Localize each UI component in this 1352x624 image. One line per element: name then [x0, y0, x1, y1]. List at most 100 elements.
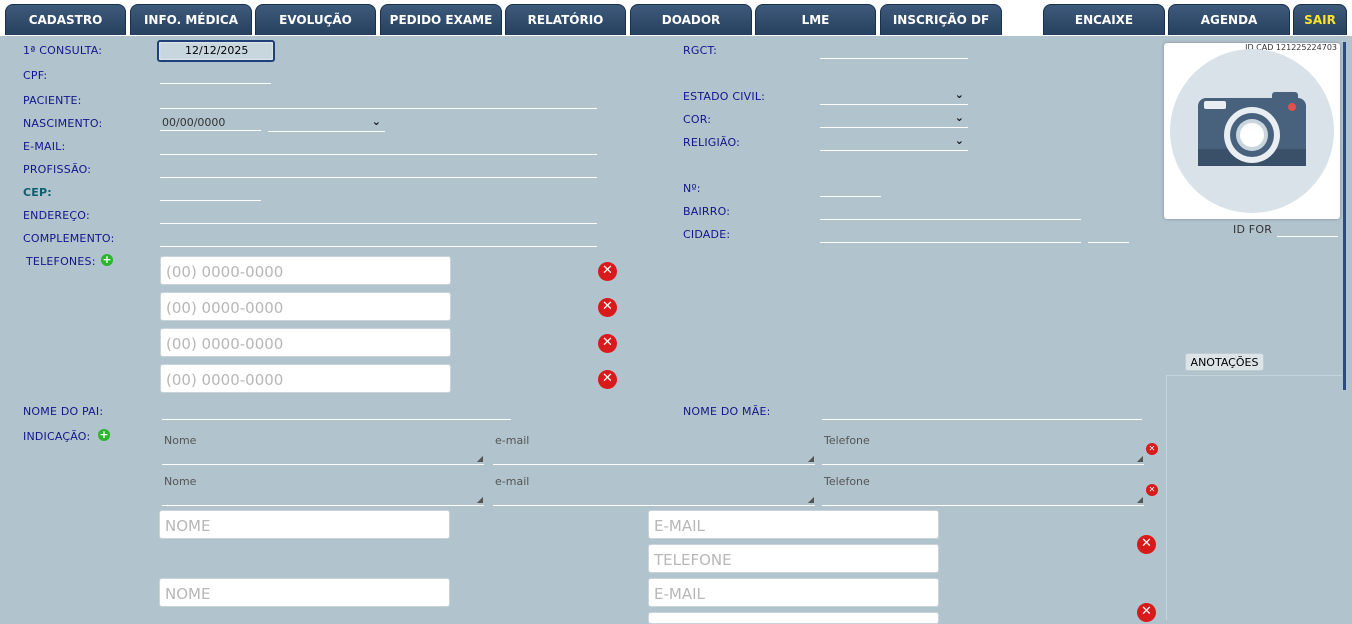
resize-grip-icon: ◢: [476, 495, 483, 504]
resize-grip-icon: ◢: [476, 454, 483, 463]
resize-grip-icon: ◢: [807, 454, 814, 463]
extra-email-input-1[interactable]: E-MAIL: [648, 510, 939, 539]
tab-info-medica[interactable]: INFO. MÉDICA: [130, 4, 252, 35]
label-complemento: COMPLEMENTO:: [23, 232, 115, 245]
tab-pedido-exame[interactable]: PEDIDO EXAME: [380, 4, 502, 35]
endereco-input[interactable]: [160, 210, 597, 224]
id-for-input[interactable]: [1277, 223, 1338, 237]
label-telefones: TELEFONES:: [26, 255, 96, 268]
cep-input[interactable]: [160, 187, 261, 201]
nascimento-input[interactable]: 00/00/0000: [160, 117, 261, 131]
chevron-down-icon: ⌄: [954, 88, 964, 101]
placeholder-text: Nome: [164, 475, 197, 488]
tab-relatorio[interactable]: RELATÓRIO: [505, 4, 626, 35]
indicacao-nome-1[interactable]: Nome ◢: [162, 431, 484, 465]
placeholder-text: Telefone: [824, 475, 870, 488]
indicacao-nome-2[interactable]: Nome ◢: [162, 472, 484, 506]
label-nome-mae: NOME DO MÃE:: [683, 405, 771, 418]
telefone-input-3[interactable]: (00) 0000-0000: [160, 328, 451, 357]
chevron-down-icon: ⌄: [954, 111, 964, 124]
extra-telefone-input-2[interactable]: [648, 612, 939, 624]
tab-bar: CADASTRO INFO. MÉDICA EVOLUÇÃO PEDIDO EX…: [0, 0, 1352, 36]
camera-icon: [1170, 49, 1334, 213]
placeholder-text: Telefone: [824, 434, 870, 447]
label-nascimento: NASCIMENTO:: [23, 117, 103, 130]
estado-civil-select[interactable]: ⌄: [820, 88, 968, 105]
resize-grip-icon: ◢: [1136, 454, 1143, 463]
label-id-for: ID FOR: [1233, 223, 1273, 236]
label-estado-civil: ESTADO CIVIL:: [683, 90, 766, 103]
nascimento-select[interactable]: ⌄: [268, 115, 385, 132]
telefone-input-4[interactable]: (00) 0000-0000: [160, 364, 451, 393]
indicacao-email-2[interactable]: e-mail ◢: [493, 472, 815, 506]
indicacao-telefone-1[interactable]: Telefone ◢: [822, 431, 1144, 465]
religiao-select[interactable]: ⌄: [820, 134, 968, 151]
label-endereco: ENDEREÇO:: [23, 209, 90, 222]
remove-telefone-3-icon[interactable]: ✕: [598, 334, 617, 353]
anotacoes-textarea[interactable]: [1166, 375, 1342, 620]
label-cpf: CPF:: [23, 69, 48, 82]
label-nome-pai: NOME DO PAI:: [23, 405, 104, 418]
label-rgct: RGCT:: [683, 44, 718, 57]
rgct-input[interactable]: [820, 45, 968, 59]
tab-doador[interactable]: DOADOR: [630, 4, 752, 35]
cpf-input[interactable]: [160, 70, 271, 84]
indicacao-email-1[interactable]: e-mail ◢: [493, 431, 815, 465]
primeira-consulta-input[interactable]: 12/12/2025: [157, 40, 275, 62]
telefone-input-2[interactable]: (00) 0000-0000: [160, 292, 451, 321]
indicacao-telefone-2[interactable]: Telefone ◢: [822, 472, 1144, 506]
label-profissao: PROFISSÃO:: [23, 163, 92, 176]
nome-mae-input[interactable]: [822, 406, 1142, 420]
resize-grip-icon: ◢: [807, 495, 814, 504]
remove-indicacao-1-icon[interactable]: ✕: [1146, 443, 1158, 455]
label-paciente: PACIENTE:: [23, 94, 82, 107]
remove-extra-2-icon[interactable]: ✕: [1137, 603, 1156, 622]
extra-nome-input-2[interactable]: NOME: [159, 578, 450, 607]
remove-telefone-4-icon[interactable]: ✕: [598, 370, 617, 389]
chevron-down-icon: ⌄: [954, 134, 964, 147]
placeholder-text: Nome: [164, 434, 197, 447]
remove-telefone-2-icon[interactable]: ✕: [598, 298, 617, 317]
complemento-input[interactable]: [160, 233, 597, 247]
label-email: E-MAIL:: [23, 140, 66, 153]
add-indicacao-icon[interactable]: +: [98, 429, 110, 441]
bairro-input[interactable]: [820, 206, 1081, 220]
label-bairro: BAIRRO:: [683, 205, 731, 218]
tab-encaixe[interactable]: ENCAIXE: [1043, 4, 1165, 35]
extra-nome-input-1[interactable]: NOME: [159, 510, 450, 539]
tab-inscricao-df[interactable]: INSCRIÇÃO DF: [880, 4, 1002, 35]
placeholder-text: e-mail: [495, 475, 530, 488]
numero-input[interactable]: [820, 183, 881, 197]
label-indicacao: INDICAÇÃO:: [23, 430, 91, 443]
label-religiao: RELIGIÃO:: [683, 136, 741, 149]
remove-extra-1-icon[interactable]: ✕: [1137, 535, 1156, 554]
extra-telefone-input-1[interactable]: TELEFONE: [648, 544, 939, 573]
label-cep: CEP:: [23, 186, 52, 199]
label-cidade: CIDADE:: [683, 228, 731, 241]
chevron-down-icon: ⌄: [371, 115, 381, 128]
placeholder-text: e-mail: [495, 434, 530, 447]
anotacoes-button[interactable]: ANOTAÇÕES: [1185, 353, 1264, 371]
paciente-input[interactable]: [160, 95, 597, 109]
email-input[interactable]: [160, 141, 597, 155]
label-primeira-consulta: 1ª CONSULTA:: [23, 44, 103, 57]
tab-evolucao[interactable]: EVOLUÇÃO: [255, 4, 376, 35]
label-numero: Nº:: [683, 182, 701, 195]
cidade-input[interactable]: [820, 229, 1081, 243]
cor-select[interactable]: ⌄: [820, 111, 968, 128]
remove-telefone-1-icon[interactable]: ✕: [598, 262, 617, 281]
profissao-input[interactable]: [160, 164, 597, 178]
tab-cadastro[interactable]: CADASTRO: [5, 4, 126, 35]
scrollbar[interactable]: [1343, 42, 1346, 390]
add-telefone-icon[interactable]: +: [101, 254, 113, 266]
extra-email-input-2[interactable]: E-MAIL: [648, 578, 939, 607]
tab-agenda[interactable]: AGENDA: [1168, 4, 1290, 35]
resize-grip-icon: ◢: [1136, 495, 1143, 504]
remove-indicacao-2-icon[interactable]: ✕: [1146, 484, 1158, 496]
uf-input[interactable]: [1088, 229, 1129, 243]
telefone-input-1[interactable]: (00) 0000-0000: [160, 256, 451, 285]
nome-pai-input[interactable]: [162, 406, 511, 420]
tab-sair[interactable]: SAIR: [1293, 4, 1347, 35]
photo-panel[interactable]: ID CAD 121225224703: [1164, 43, 1340, 219]
tab-lme[interactable]: LME: [755, 4, 876, 35]
